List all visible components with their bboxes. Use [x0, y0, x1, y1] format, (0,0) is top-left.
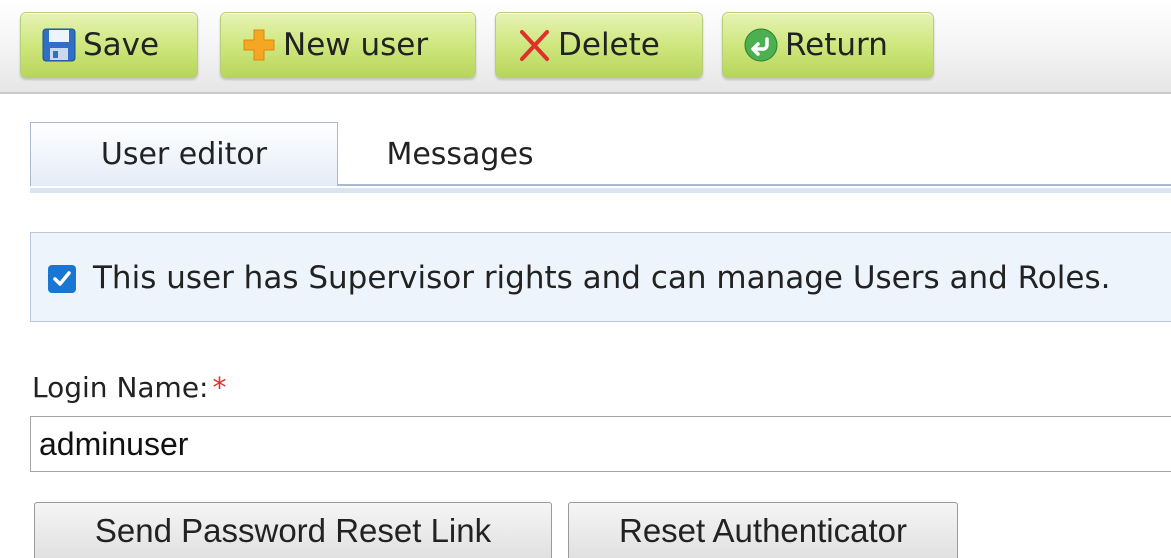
delete-button[interactable]: Delete: [495, 12, 703, 78]
tab-divider-shadow: [30, 188, 1171, 193]
return-button[interactable]: Return: [722, 12, 934, 78]
supervisor-text: This user has Supervisor rights and can …: [93, 260, 1111, 296]
login-name-label-text: Login Name:: [32, 371, 209, 404]
checkmark-icon: [53, 271, 71, 286]
send-password-reset-link-button[interactable]: Send Password Reset Link: [34, 502, 552, 558]
required-marker: *: [212, 371, 227, 404]
return-arrow-icon: [743, 27, 779, 63]
tab-user-editor[interactable]: User editor: [30, 122, 338, 186]
save-button[interactable]: Save: [20, 12, 198, 78]
new-user-button[interactable]: New user: [220, 12, 476, 78]
save-label: Save: [83, 27, 160, 63]
login-name-label: Login Name: *: [32, 371, 226, 404]
tab-messages[interactable]: Messages: [350, 122, 570, 186]
toolbar: Save New user Delete Return: [0, 0, 1171, 94]
delete-x-icon: [516, 27, 552, 63]
tab-bar: User editor Messages: [30, 122, 1171, 196]
new-user-label: New user: [283, 27, 429, 63]
delete-label: Delete: [558, 27, 660, 63]
plus-icon: [241, 27, 277, 63]
supervisor-checkbox[interactable]: [48, 265, 76, 293]
reset-authenticator-button[interactable]: Reset Authenticator: [568, 502, 958, 558]
return-label: Return: [785, 27, 888, 63]
supervisor-panel: This user has Supervisor rights and can …: [30, 232, 1171, 322]
save-icon: [41, 27, 77, 63]
login-name-input[interactable]: [30, 416, 1171, 472]
